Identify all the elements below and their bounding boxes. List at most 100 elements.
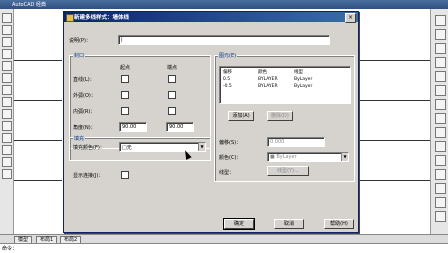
caps-angle-end-value: 90.00 <box>169 124 184 130</box>
fill-color-select[interactable]: □无 ▼ <box>119 142 206 152</box>
erase-tool-icon[interactable] <box>435 15 446 26</box>
elements-list[interactable]: 偏移 颜色 线型 0.5 BYLAYER ByLayer -0.5 BYLAYE… <box>219 66 351 104</box>
caps-line-start-checkbox[interactable] <box>121 75 129 83</box>
element-color-label: 颜色(C)： <box>219 155 242 161</box>
block-tool-icon[interactable] <box>2 109 12 119</box>
break-tool-icon[interactable] <box>435 169 446 180</box>
array-tool-icon[interactable] <box>435 71 446 82</box>
arc-tool-icon[interactable] <box>2 61 12 71</box>
circle-tool-icon[interactable] <box>2 73 12 83</box>
caps-outer-arc-label: 外弧(O)： <box>73 93 96 99</box>
dialog-title: 新建多线样式：墙体线 <box>74 15 130 21</box>
polyline-tool-icon[interactable] <box>2 25 12 35</box>
fillet-tool-icon[interactable] <box>435 197 446 208</box>
drawing-line <box>358 140 430 141</box>
caps-angle-start-value: 90.00 <box>122 124 137 130</box>
delete-element-button[interactable]: 删除(D) <box>267 111 293 121</box>
offset-label: 偏移(S)： <box>219 140 242 146</box>
element-linetype-label: 线型： <box>219 170 235 176</box>
drawing-line <box>14 140 62 141</box>
caps-start-header: 起点 <box>120 65 131 71</box>
fill-group-title: 填充 <box>73 135 86 142</box>
caps-inner-arc-end-checkbox[interactable] <box>168 107 176 115</box>
display-joints-checkbox[interactable] <box>121 171 129 179</box>
caps-line-label: 直线(L)： <box>73 77 95 83</box>
fill-color-label: 填充颜色(F)： <box>73 145 105 151</box>
stretch-tool-icon[interactable] <box>435 127 446 138</box>
description-input[interactable]: | <box>118 35 330 45</box>
caps-inner-arc-start-checkbox[interactable] <box>121 107 129 115</box>
point-tool-icon[interactable] <box>2 121 12 131</box>
drawing-line <box>358 100 430 101</box>
element-color: BYLAYER <box>258 84 278 89</box>
line-tool-icon[interactable] <box>2 13 12 23</box>
elements-header-color: 颜色 <box>258 70 267 75</box>
right-toolbar <box>430 9 448 243</box>
region-tool-icon[interactable] <box>2 145 12 155</box>
cancel-button[interactable]: 取消 <box>274 219 304 229</box>
mirror-tool-icon[interactable] <box>435 43 446 54</box>
element-color-select[interactable]: ■ ByLayer ▼ <box>267 152 349 162</box>
caps-angle-end-input[interactable]: 90.00 <box>166 122 194 132</box>
rectangle-tool-icon[interactable] <box>2 49 12 59</box>
explode-tool-icon[interactable] <box>435 211 446 222</box>
element-offset: 0.5 <box>223 77 231 82</box>
rotate-tool-icon[interactable] <box>435 99 446 110</box>
table-row[interactable]: -0.5 BYLAYER ByLayer <box>221 83 348 90</box>
offset-input[interactable]: 0.000 <box>267 137 325 147</box>
app-title: AutoCAD 经典 <box>12 2 46 8</box>
scale-tool-icon[interactable] <box>435 113 446 124</box>
spline-tool-icon[interactable] <box>2 85 12 95</box>
elements-group-title: 图元(E) <box>218 52 238 59</box>
text-tool-icon[interactable] <box>2 169 12 179</box>
copy-tool-icon[interactable] <box>435 29 446 40</box>
caps-angle-start-input[interactable]: 90.00 <box>119 122 147 132</box>
element-linetype: ByLayer <box>294 84 313 89</box>
display-joints-label: 显示连接(J)： <box>73 173 104 179</box>
offset-value: 0.000 <box>270 139 285 145</box>
fill-color-value: □无 <box>122 145 132 151</box>
ok-button[interactable]: 确定 <box>223 218 255 230</box>
caps-inner-arc-label: 内弧(R)： <box>73 109 96 115</box>
element-color: BYLAYER <box>258 77 278 82</box>
caps-end-header: 端点 <box>167 65 178 71</box>
new-multiline-style-dialog: 新建多线样式：墙体线 × 说明(P)： | 封口 起点 端点 直线(L)： 外弧… <box>63 11 359 233</box>
close-button[interactable]: × <box>345 13 356 23</box>
caps-outer-arc-start-checkbox[interactable] <box>121 91 129 99</box>
drawing-line <box>14 100 62 101</box>
elements-header-offset: 偏移 <box>223 70 232 75</box>
table-row[interactable]: 0.5 BYLAYER ByLayer <box>221 76 348 83</box>
ellipse-tool-icon[interactable] <box>2 97 12 107</box>
app-title-bar: AutoCAD 经典 <box>0 0 448 9</box>
caps-group-title: 封口 <box>73 52 86 59</box>
polygon-tool-icon[interactable] <box>2 37 12 47</box>
help-button[interactable]: 帮助(H) <box>324 219 354 229</box>
drawing-line <box>358 60 430 61</box>
linetype-button[interactable]: 线型(Y)... <box>267 166 309 176</box>
chamfer-tool-icon[interactable] <box>435 183 446 194</box>
hatch-tool-icon[interactable] <box>2 133 12 143</box>
drawing-line <box>14 180 62 181</box>
element-color-value: ■ ByLayer <box>270 154 297 160</box>
add-element-button[interactable]: 添加(A) <box>228 111 254 121</box>
chevron-down-icon[interactable]: ▼ <box>341 153 348 161</box>
drawing-line <box>14 60 62 61</box>
move-tool-icon[interactable] <box>435 85 446 96</box>
caps-line-end-checkbox[interactable] <box>168 75 176 83</box>
left-toolbar <box>0 9 14 243</box>
chevron-down-icon[interactable]: ▼ <box>198 143 205 151</box>
dialog-title-bar[interactable]: 新建多线样式：墙体线 × <box>64 12 358 23</box>
description-label: 说明(P)： <box>69 38 91 44</box>
table-tool-icon[interactable] <box>2 157 12 167</box>
offset-tool-icon[interactable] <box>435 57 446 68</box>
caps-outer-arc-end-checkbox[interactable] <box>168 91 176 99</box>
caps-group <box>69 55 211 149</box>
extend-tool-icon[interactable] <box>435 155 446 166</box>
elements-header-linetype: 线型 <box>294 70 303 75</box>
element-linetype: ByLayer <box>294 77 313 82</box>
app-icon <box>66 14 74 22</box>
trim-tool-icon[interactable] <box>435 141 446 152</box>
command-prompt: 命令： <box>2 246 18 252</box>
element-offset: -0.5 <box>223 84 232 89</box>
caps-angle-label: 角度(N)： <box>73 125 96 131</box>
